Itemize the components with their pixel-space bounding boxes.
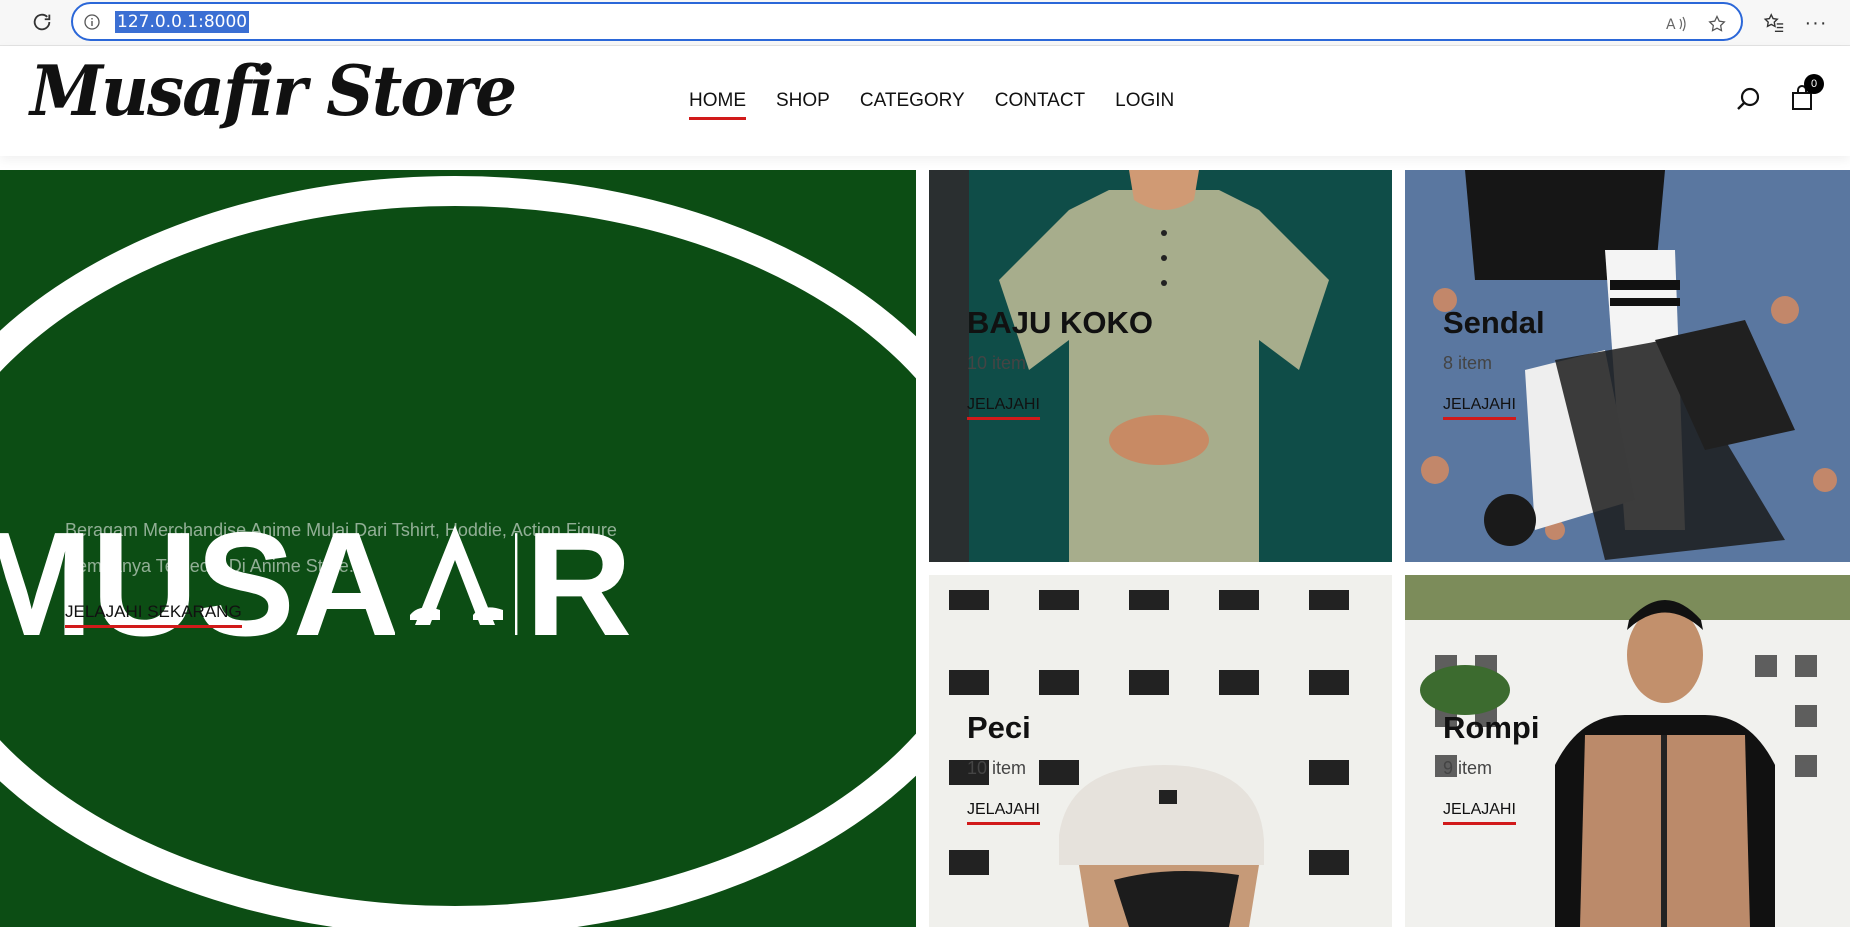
category-explore-link[interactable]: JELAJAHI xyxy=(1443,396,1516,420)
url-text[interactable]: 127.0.0.1:8000 xyxy=(115,11,250,33)
category-card-baju-koko[interactable]: BAJU KOKO 10 item JELAJAHI xyxy=(929,170,1392,562)
category-card-rompi[interactable]: Rompi 9 item JELAJAHI xyxy=(1405,575,1850,927)
nav-shop[interactable]: SHOP xyxy=(776,90,830,120)
hero-banner: MUSAFIR Beragam Merchandise Anime Mulai … xyxy=(0,170,916,927)
category-count: 10 item xyxy=(967,758,1027,778)
category-count: 9 item xyxy=(1443,758,1493,778)
nav-home[interactable]: HOME xyxy=(689,90,746,120)
site-header: Musafir Store HOME SHOP CATEGORY CONTACT… xyxy=(0,46,1850,156)
search-icon[interactable] xyxy=(1733,84,1763,114)
category-count: 8 item xyxy=(1443,353,1493,373)
cap-model-image xyxy=(929,575,1392,927)
category-explore-link[interactable]: JELAJAHI xyxy=(1443,801,1516,825)
read-aloud-icon[interactable]: A xyxy=(1665,12,1689,36)
category-title: Sendal xyxy=(1443,305,1545,340)
main-nav: HOME SHOP CATEGORY CONTACT LOGIN xyxy=(689,90,1204,120)
browser-toolbar: 127.0.0.1:8000 A ··· xyxy=(0,0,1850,46)
site-info-icon[interactable] xyxy=(83,13,101,31)
vest-model-image xyxy=(1405,575,1850,927)
favorites-icon[interactable] xyxy=(1760,9,1788,37)
category-card-sendal[interactable]: Sendal 8 item JELAJAHI xyxy=(1405,170,1850,562)
hero-description: Beragam Merchandise Anime Mulai Dari Tsh… xyxy=(65,520,617,576)
category-count: 10 item xyxy=(967,353,1027,373)
category-explore-link[interactable]: JELAJAHI xyxy=(967,396,1040,420)
category-explore-link[interactable]: JELAJAHI xyxy=(967,801,1040,825)
more-menu-icon[interactable]: ··· xyxy=(1802,9,1830,37)
category-title: Peci xyxy=(967,710,1031,745)
nav-login[interactable]: LOGIN xyxy=(1115,90,1174,120)
reload-icon[interactable] xyxy=(28,8,56,36)
category-title: BAJU KOKO xyxy=(967,305,1154,340)
category-title: Rompi xyxy=(1443,710,1540,745)
favorite-star-icon[interactable] xyxy=(1705,12,1729,36)
category-card-peci[interactable]: Peci 10 item JELAJAHI xyxy=(929,575,1392,927)
nav-contact[interactable]: CONTACT xyxy=(995,90,1085,120)
address-bar[interactable]: 127.0.0.1:8000 A xyxy=(71,2,1743,41)
site-logo[interactable]: Musafir Store xyxy=(30,50,517,132)
hero-explore-button[interactable]: JELAJAHI SEKARANG xyxy=(65,602,242,628)
cart-count-badge: 0 xyxy=(1804,74,1824,94)
nav-category[interactable]: CATEGORY xyxy=(860,90,965,120)
svg-text:A: A xyxy=(1666,17,1676,33)
